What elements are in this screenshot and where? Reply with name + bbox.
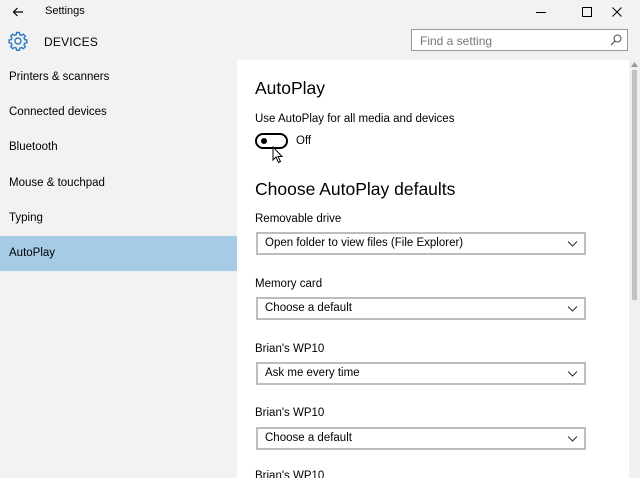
- sidebar-item-connected-devices[interactable]: Connected devices: [0, 95, 237, 130]
- sidebar-item-autoplay[interactable]: AutoPlay: [0, 236, 237, 271]
- sidebar-item-printers-scanners[interactable]: Printers & scanners: [0, 60, 237, 95]
- back-arrow-icon: [12, 7, 23, 17]
- maximize-icon: [582, 7, 592, 17]
- back-button[interactable]: [0, 0, 36, 24]
- device-label-3: Brian's WP10: [255, 470, 325, 478]
- autoplay-toggle-label: Use AutoPlay for all media and devices: [255, 113, 455, 125]
- device-dropdown-1[interactable]: Ask me every time: [256, 362, 586, 385]
- device-label-2: Brian's WP10: [255, 407, 325, 419]
- dropdown-value: Choose a default: [265, 432, 352, 444]
- search-input[interactable]: Find a setting: [420, 34, 492, 48]
- search-box[interactable]: Find a setting: [411, 29, 628, 51]
- chevron-down-icon: [567, 241, 578, 247]
- window-title: Settings: [45, 5, 85, 17]
- close-icon: [612, 7, 622, 17]
- section-title: DEVICES: [44, 35, 99, 49]
- device-dropdown-2[interactable]: Choose a default: [256, 427, 586, 450]
- title-bar: Settings: [0, 0, 640, 24]
- memory-card-label: Memory card: [255, 278, 323, 290]
- scroll-up-icon[interactable]: [631, 62, 638, 67]
- device-label-1: Brian's WP10: [255, 343, 325, 355]
- dropdown-value: Choose a default: [265, 302, 352, 314]
- sidebar-item-mouse-touchpad[interactable]: Mouse & touchpad: [0, 166, 237, 201]
- removable-drive-label: Removable drive: [255, 213, 342, 225]
- toggle-state-text: Off: [296, 135, 312, 147]
- minimize-icon: [536, 12, 546, 13]
- defaults-heading: Choose AutoPlay defaults: [255, 179, 456, 199]
- removable-drive-dropdown[interactable]: Open folder to view files (File Explorer…: [256, 232, 586, 255]
- sidebar: Printers & scanners Connected devices Bl…: [0, 60, 237, 478]
- chevron-down-icon: [567, 436, 578, 442]
- dropdown-value: Open folder to view files (File Explorer…: [265, 237, 464, 249]
- search-icon[interactable]: [609, 33, 623, 47]
- scrollbar-thumb[interactable]: [632, 70, 637, 300]
- gear-icon: [8, 31, 28, 51]
- toggle-knob: [261, 138, 267, 144]
- sidebar-item-typing[interactable]: Typing: [0, 201, 237, 236]
- page-title: AutoPlay: [255, 78, 326, 98]
- main-content: AutoPlay Use AutoPlay for all media and …: [237, 60, 640, 478]
- main-scrollbar[interactable]: [629, 60, 640, 478]
- mouse-pointer-icon: [272, 146, 284, 164]
- dropdown-value: Ask me every time: [265, 367, 360, 379]
- chevron-down-icon: [567, 306, 578, 312]
- close-button[interactable]: [594, 0, 640, 24]
- chevron-down-icon: [567, 371, 578, 377]
- settings-header: DEVICES Find a setting: [0, 24, 640, 60]
- sidebar-item-bluetooth[interactable]: Bluetooth: [0, 130, 237, 165]
- minimize-button[interactable]: [518, 0, 564, 24]
- memory-card-dropdown[interactable]: Choose a default: [256, 297, 586, 320]
